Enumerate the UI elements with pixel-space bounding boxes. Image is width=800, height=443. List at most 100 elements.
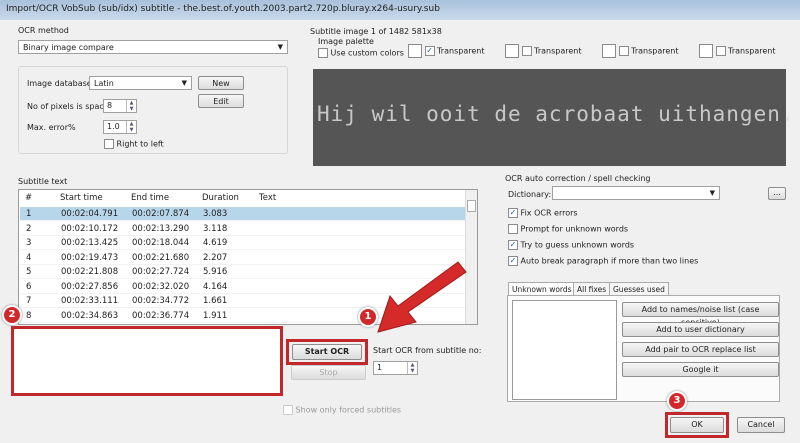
- table-cell: 8: [26, 310, 32, 321]
- chevron-down-icon: ▼: [709, 189, 715, 197]
- table-cell: 00:02:27.856: [61, 281, 119, 292]
- table-cell: 00:02:13.290: [132, 223, 190, 234]
- checkbox-icon: [104, 139, 114, 149]
- right-to-left-checkbox[interactable]: Right to left: [104, 139, 164, 149]
- spinner-arrows-icon[interactable]: ▲ ▼: [126, 121, 136, 133]
- table-cell: 00:02:21.808: [61, 267, 119, 277]
- new-button[interactable]: New: [198, 76, 244, 90]
- dictionary-label: Dictionary:: [508, 190, 552, 199]
- table-cell: 00:02:13.425: [61, 238, 119, 248]
- checkbox-icon: [318, 48, 328, 58]
- stop-button[interactable]: Stop: [291, 365, 366, 380]
- add-user-dictionary-button[interactable]: Add to user dictionary: [622, 322, 779, 337]
- tab-all-fixes[interactable]: All fixes: [573, 282, 611, 296]
- option-label: Try to guess unknown words: [520, 240, 635, 250]
- table-cell: 00:02:19.473: [61, 252, 119, 263]
- chevron-down-icon: ▼: [181, 79, 187, 87]
- table-cell: 1: [26, 209, 32, 219]
- transparent-label: Transparent: [631, 46, 679, 56]
- subtitle-text-label: Subtitle text: [18, 177, 68, 186]
- table-cell: 00:02:18.044: [132, 238, 190, 248]
- table-cell: 00:02:33.111: [61, 296, 119, 306]
- ocr-method-dropdown[interactable]: Binary image compare ▼: [18, 40, 288, 54]
- start-from-value: 1: [377, 363, 383, 372]
- checkbox-icon: [508, 224, 518, 234]
- table-cell: 3: [26, 238, 32, 248]
- option-label: Prompt for unknown words: [520, 224, 629, 234]
- unknown-words-list[interactable]: [512, 300, 617, 400]
- checkbox-icon[interactable]: [618, 46, 629, 56]
- ocr-method-value: Binary image compare: [23, 43, 114, 52]
- scrollbar-thumb[interactable]: [467, 200, 476, 212]
- checkbox-icon: ✓: [508, 240, 518, 250]
- table-cell: 00:02:04.791: [61, 209, 119, 219]
- browse-dictionary-button[interactable]: ...: [768, 187, 786, 200]
- color-swatch[interactable]: [505, 44, 520, 58]
- column-header[interactable]: Text: [259, 190, 276, 206]
- table-cell: 4: [26, 252, 32, 263]
- spinner-arrows-icon[interactable]: ▲ ▼: [126, 100, 136, 112]
- custom-colors-label: Use custom colors: [330, 48, 404, 58]
- window-title: Import/OCR VobSub (sub/idx) subtitle - t…: [0, 0, 800, 20]
- option-label: Fix OCR errors: [520, 208, 578, 218]
- table-cell: 00:02:07.874: [132, 209, 190, 219]
- color-swatch[interactable]: [408, 44, 422, 58]
- table-cell: 5: [26, 267, 32, 277]
- table-cell: 1.661: [203, 296, 228, 306]
- add-ocr-replace-button[interactable]: Add pair to OCR replace list: [622, 342, 779, 357]
- table-cell: 00:02:36.774: [132, 310, 190, 321]
- spinner-arrows-icon[interactable]: ▲ ▼: [407, 362, 417, 374]
- image-db-dropdown[interactable]: Latin ▼: [89, 76, 192, 90]
- checkbox-icon[interactable]: ✓: [424, 46, 435, 56]
- checkbox-icon[interactable]: [715, 46, 726, 56]
- max-error-stepper[interactable]: 1.0 ▲ ▼: [103, 120, 137, 134]
- table-row[interactable]: 3 00:02:13.425 00:02:18.044 4.619: [20, 236, 465, 250]
- tab-guesses-used[interactable]: Guesses used: [609, 282, 669, 296]
- table-row[interactable]: 1 00:02:04.791 00:02:07.874 3.083: [20, 207, 465, 221]
- table-cell: 00:02:27.724: [132, 267, 190, 277]
- autocorrect-option-checkbox[interactable]: ✓ Try to guess unknown words: [508, 240, 634, 250]
- column-header[interactable]: End time: [131, 190, 169, 206]
- checkbox-icon: ✓: [508, 208, 518, 218]
- google-it-button[interactable]: Google it: [622, 362, 779, 377]
- cancel-button[interactable]: Cancel: [737, 417, 785, 433]
- autocorrect-option-checkbox[interactable]: Prompt for unknown words: [508, 224, 628, 234]
- option-label: Auto break paragraph if more than two li…: [520, 256, 699, 266]
- pixels-space-value: 8: [107, 101, 113, 110]
- max-error-value: 1.0: [107, 122, 120, 131]
- start-from-stepper[interactable]: 1 ▲ ▼: [373, 361, 418, 375]
- autocorrect-option-checkbox[interactable]: ✓ Auto break paragraph if more than two …: [508, 256, 698, 266]
- autocorrect-option-checkbox[interactable]: ✓ Fix OCR errors: [508, 208, 578, 218]
- table-cell: 2.207: [203, 252, 228, 263]
- table-cell: 3.118: [203, 223, 228, 234]
- table-cell: 00:02:34.772: [132, 296, 190, 306]
- table-cell: 3.083: [203, 209, 228, 219]
- table-cell: 00:02:34.863: [61, 310, 119, 321]
- table-row[interactable]: 2 00:02:10.172 00:02:13.290 3.118: [20, 222, 465, 236]
- table-cell: 00:02:32.020: [132, 281, 190, 292]
- table-cell: 1.911: [203, 310, 228, 321]
- subtitle-image-text: Hij wil ooit de acrobaat uithangen.: [317, 102, 795, 126]
- use-custom-colors-checkbox[interactable]: Use custom colors: [318, 48, 404, 58]
- add-names-button[interactable]: Add to names/noise list (case sensitive): [622, 302, 779, 327]
- color-swatch[interactable]: [602, 44, 617, 58]
- edit-button[interactable]: Edit: [198, 94, 244, 108]
- ocr-method-label: OCR method: [18, 26, 69, 35]
- pixels-space-stepper[interactable]: 8 ▲ ▼: [103, 99, 137, 113]
- forced-only-checkbox[interactable]: Show only forced subtitles: [283, 405, 401, 415]
- subtitle-image-label: Subtitle image 1 of 1482 581x38: [310, 27, 442, 36]
- color-swatch[interactable]: [699, 44, 714, 58]
- step-marker-2: 2: [2, 305, 22, 325]
- table-cell: 2: [26, 223, 32, 234]
- dictionary-dropdown[interactable]: ▼: [552, 186, 720, 200]
- column-header[interactable]: Duration: [202, 190, 239, 206]
- checkbox-icon: ✓: [508, 256, 518, 266]
- column-header[interactable]: #: [25, 190, 32, 206]
- table-cell: 00:02:21.680: [132, 252, 190, 263]
- table-cell: 4.619: [203, 238, 228, 248]
- column-header[interactable]: Start time: [60, 190, 103, 206]
- autocorrect-label: OCR auto correction / spell checking: [505, 174, 651, 183]
- table-cell: 7: [26, 296, 32, 306]
- image-db-label: Image database: [27, 79, 92, 88]
- checkbox-icon[interactable]: [521, 46, 532, 56]
